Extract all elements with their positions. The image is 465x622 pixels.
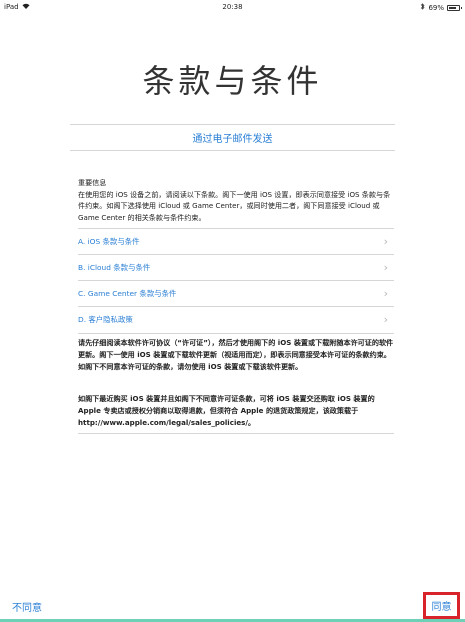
link-privacy-policy[interactable]: D. 客户隐私政策 ›	[78, 306, 394, 332]
refund-paragraph: 如阁下最近购买 iOS 装置并且如阁下不同意许可证条款，可将 iOS 装置交还购…	[78, 394, 375, 427]
disagree-button[interactable]: 不同意	[12, 599, 42, 614]
status-time: 20:38	[222, 3, 243, 11]
chevron-right-icon: ›	[383, 260, 388, 274]
link-label: D. 客户隐私政策	[78, 314, 133, 324]
license-paragraph: 请先仔细阅读本软件许可协议（“许可证”），然后才使用阁下的 iOS 装置或下载附…	[78, 338, 394, 371]
link-icloud-terms[interactable]: B. iCloud 条款与条件 ›	[78, 254, 394, 280]
bluetooth-icon	[420, 3, 425, 12]
agree-button[interactable]: 同意	[432, 598, 452, 613]
page-title: 条款与条件	[142, 62, 323, 100]
important-body: 在使用您的 iOS 设备之前，请阅读以下条款。阁下一使用 iOS 设置，即表示同…	[78, 189, 391, 222]
link-label: B. iCloud 条款与条件	[78, 262, 151, 272]
link-game-center-terms[interactable]: C. Game Center 条款与条件 ›	[78, 280, 394, 306]
terms-screen: iPad 20:38 69% 条款与条件 通过电子邮件发送 重要信息 在使用您的…	[0, 0, 465, 622]
battery-percent: 69%	[428, 3, 444, 12]
chevron-right-icon: ›	[383, 286, 388, 300]
divider	[70, 150, 395, 151]
status-bar: iPad 20:38 69%	[0, 0, 465, 14]
link-ios-terms[interactable]: A. iOS 条款与条件 ›	[78, 228, 394, 254]
divider	[70, 124, 395, 125]
link-label: A. iOS 条款与条件	[78, 236, 140, 246]
agree-highlight: 同意	[423, 592, 460, 619]
important-heading: 重要信息	[78, 178, 107, 187]
battery-icon	[447, 4, 462, 11]
divider	[78, 433, 394, 434]
important-info: 重要信息 在使用您的 iOS 设备之前，请阅读以下条款。阁下一使用 iOS 设置…	[78, 177, 394, 223]
link-label: C. Game Center 条款与条件	[78, 288, 177, 298]
divider	[78, 333, 394, 334]
send-by-email-link[interactable]: 通过电子邮件发送	[0, 130, 465, 145]
chevron-right-icon: ›	[383, 234, 388, 248]
chevron-right-icon: ›	[383, 312, 388, 326]
